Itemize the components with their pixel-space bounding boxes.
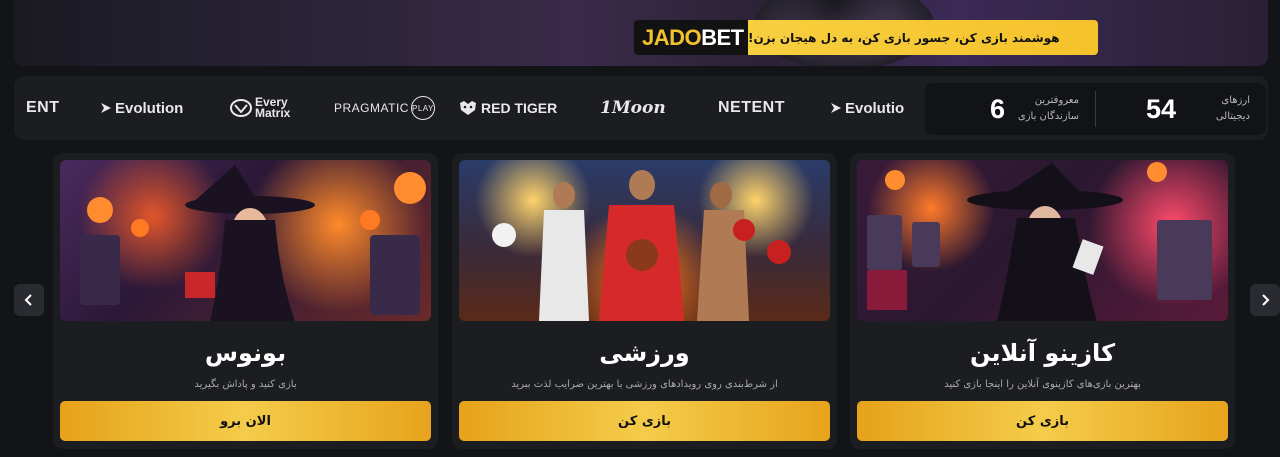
casino-image (857, 160, 1228, 321)
stat-currencies: 54 ارزهای دیجیتالی (1096, 83, 1266, 135)
card-title: بونوس (204, 339, 287, 367)
promo-banner[interactable]: JADO BET هوشمند بازی کن، جسور بازی کن، به… (634, 20, 1098, 55)
pragmatic-play-badge: PLAY (410, 96, 435, 120)
provider-label-line2: Matrix (255, 106, 291, 120)
witch-figure (80, 165, 426, 321)
tiger-icon (460, 101, 476, 115)
stat-currencies-label: ارزهای دیجیتالی (1215, 95, 1250, 122)
evolution-chevron-icon (101, 103, 111, 113)
casino-witch-figure (867, 162, 1212, 321)
provider-netent-partial[interactable]: ENT (26, 76, 60, 140)
banner-slogan: هوشمند بازی کن، جسور بازی کن، به دل هیجا… (748, 20, 1098, 55)
chevron-left-icon (24, 294, 32, 306)
card-casino[interactable]: کازینو آنلاین بهترین بازی‌های کازینوی آن… (850, 153, 1235, 449)
provider-label: RED TIGER (481, 100, 558, 116)
provider-evolution-partial[interactable]: Evolutio (830, 76, 904, 140)
sports-image (459, 160, 830, 321)
hero-strip: JADO BET هوشمند بازی کن، جسور بازی کن، به… (14, 0, 1268, 66)
stats-panel: 6 معروفترین سازندگان بازی 54 ارزهای دیجی… (925, 83, 1266, 135)
logo-part-2: BET (701, 24, 744, 50)
play-button[interactable]: بازی کن (459, 401, 830, 441)
go-now-button[interactable]: الان برو (60, 401, 431, 441)
provider-1moon[interactable]: 1Moon (600, 76, 666, 140)
providers-bar: ENT Evolution Every Matrix PRAGMATIC PLA… (14, 76, 1268, 140)
bonus-image (60, 160, 431, 321)
card-bonus[interactable]: بونوس بازی کنید و پاداش بگیرید الان برو (53, 153, 438, 449)
provider-label: NETENT (718, 99, 785, 116)
stat-providers-label: معروفترین سازندگان بازی (1017, 95, 1079, 122)
carousel-next-button[interactable] (1250, 284, 1280, 316)
stat-providers: 6 معروفترین سازندگان بازی (925, 83, 1095, 135)
card-title: کازینو آنلاین (969, 339, 1116, 367)
providers-carousel[interactable]: ENT Evolution Every Matrix PRAGMATIC PLA… (14, 76, 924, 140)
card-sports[interactable]: ورزشی از شرط‌بندی روی رویدادهای ورزشی با… (452, 153, 837, 449)
evolution-chevron-icon (831, 103, 841, 113)
card-title: ورزشی (599, 339, 690, 367)
provider-pragmatic[interactable]: PRAGMATIC PLAY (334, 76, 435, 140)
provider-evolution[interactable]: Evolution (100, 76, 183, 140)
provider-redtiger[interactable]: RED TIGER (458, 76, 557, 140)
provider-everymatrix[interactable]: Every Matrix (230, 76, 290, 140)
provider-label: ENT (26, 99, 60, 116)
card-description: بهترین بازی‌های کازینوی آنلاین را اینجا … (944, 379, 1141, 390)
everymatrix-logo-icon (230, 99, 252, 117)
carousel-prev-button[interactable] (14, 284, 44, 316)
provider-label: 1Moon (600, 98, 666, 118)
card-description: بازی کنید و پاداش بگیرید (194, 379, 297, 390)
jadobet-logo: JADO BET (634, 20, 748, 55)
provider-label: Evolutio (845, 99, 905, 117)
card-description: از شرط‌بندی روی رویدادهای ورزشی با بهتری… (511, 379, 778, 390)
provider-netent[interactable]: NETENT (718, 76, 785, 140)
stat-currencies-count: 54 (1145, 93, 1176, 124)
provider-label: PRAGMATIC (334, 101, 409, 115)
logo-part-1: JADO (642, 24, 702, 50)
play-button[interactable]: بازی کن (857, 401, 1228, 441)
chevron-right-icon (1262, 294, 1270, 306)
stat-providers-count: 6 (989, 93, 1005, 124)
provider-label: Evolution (115, 99, 184, 117)
athletes-figure (492, 170, 791, 321)
